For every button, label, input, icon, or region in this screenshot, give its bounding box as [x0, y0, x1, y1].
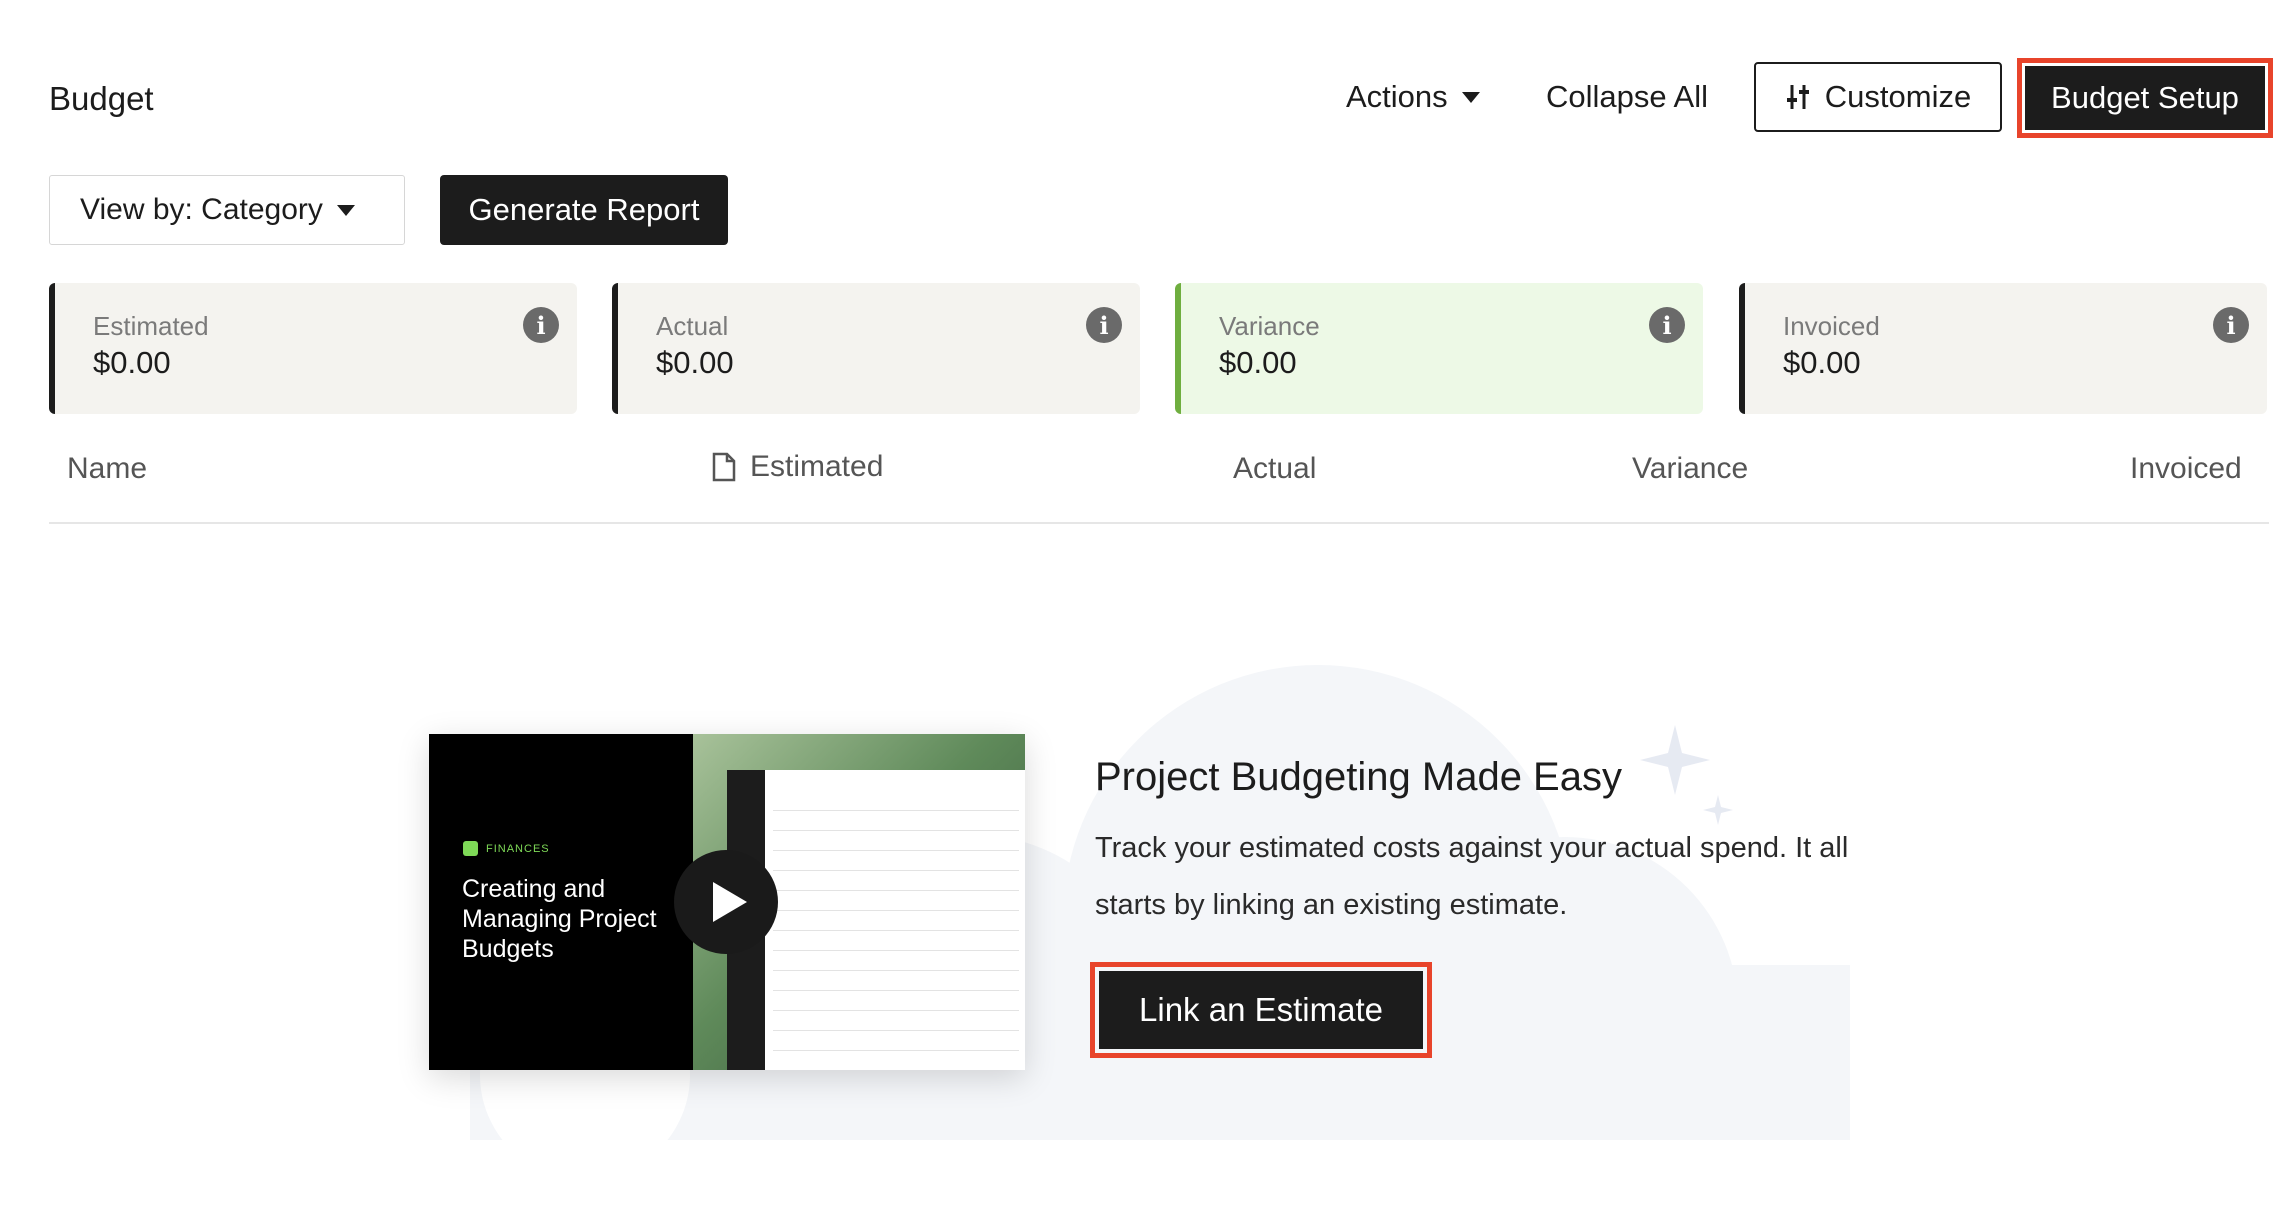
info-icon[interactable]: i	[1086, 307, 1122, 343]
budget-setup-button[interactable]: Budget Setup	[2025, 66, 2265, 130]
video-thumb-left: FINANCES Creating and Managing Project B…	[429, 734, 693, 1070]
app-preview-row	[773, 830, 1019, 831]
actual-card: Actual $0.00 i	[612, 283, 1140, 414]
promo-description: Track your estimated costs against your …	[1095, 832, 1849, 921]
card-label: Actual	[656, 311, 729, 341]
app-preview-row	[773, 1030, 1019, 1031]
card-value: $0.00	[1219, 345, 1297, 380]
card-value: $0.00	[656, 345, 734, 380]
view-by-select[interactable]: View by: Category	[49, 175, 405, 245]
collapse-all-button[interactable]: Collapse All	[1546, 62, 1708, 132]
info-icon[interactable]: i	[2213, 307, 2249, 343]
app-preview-row	[773, 950, 1019, 951]
app-preview-row	[773, 850, 1019, 851]
card-value: $0.00	[1783, 345, 1861, 380]
app-preview-row	[773, 990, 1019, 991]
app-preview-row	[773, 910, 1019, 911]
video-title: Creating and Managing Project Budgets	[462, 875, 657, 963]
page-title: Budget	[49, 80, 154, 117]
play-button[interactable]	[674, 850, 778, 954]
caret-down-icon	[1461, 91, 1480, 103]
app-preview-row	[773, 1010, 1019, 1011]
generate-report-button[interactable]: Generate Report	[440, 175, 728, 245]
customize-button[interactable]: Customize	[1754, 62, 2002, 132]
caret-down-icon	[336, 204, 355, 216]
card-label: Estimated	[93, 311, 209, 341]
column-header-actual[interactable]: Actual	[1233, 452, 1316, 486]
app-preview-row	[773, 890, 1019, 891]
estimated-card: Estimated $0.00 i	[49, 283, 577, 414]
actions-label: Actions	[1346, 79, 1448, 114]
link-estimate-button[interactable]: Link an Estimate	[1099, 971, 1423, 1049]
variance-card: Variance $0.00 i	[1175, 283, 1703, 414]
budget-setup-highlight: Budget Setup	[2017, 58, 2273, 138]
promo-title: Project Budgeting Made Easy	[1095, 755, 1622, 799]
column-header-invoiced[interactable]: Invoiced	[2130, 452, 2242, 486]
column-header-name[interactable]: Name	[67, 452, 147, 486]
card-value: $0.00	[93, 345, 171, 380]
app-preview-row	[773, 810, 1019, 811]
app-preview-row	[773, 930, 1019, 931]
link-estimate-highlight: Link an Estimate	[1090, 962, 1432, 1058]
column-header-label: Estimated	[750, 450, 884, 483]
app-preview-row	[773, 1050, 1019, 1051]
video-thumbnail[interactable]: FINANCES Creating and Managing Project B…	[429, 734, 1025, 1070]
card-label: Variance	[1219, 311, 1320, 341]
app-preview-row	[773, 970, 1019, 971]
invoiced-card: Invoiced $0.00 i	[1739, 283, 2267, 414]
finances-icon	[463, 841, 478, 856]
customize-label: Customize	[1824, 79, 1972, 114]
info-icon[interactable]: i	[523, 307, 559, 343]
play-icon	[713, 882, 747, 922]
info-icon[interactable]: i	[1649, 307, 1685, 343]
view-by-label: View by: Category	[80, 193, 323, 226]
document-icon	[712, 452, 736, 482]
table-divider	[49, 522, 2269, 524]
video-badge-label: FINANCES	[486, 842, 550, 855]
actions-dropdown[interactable]: Actions	[1346, 62, 1480, 132]
card-label: Invoiced	[1783, 311, 1880, 341]
app-preview-row	[773, 870, 1019, 871]
column-header-estimated[interactable]: Estimated	[712, 450, 883, 484]
column-header-variance[interactable]: Variance	[1632, 452, 1748, 486]
video-badge: FINANCES	[463, 841, 550, 856]
sliders-icon	[1785, 83, 1811, 111]
